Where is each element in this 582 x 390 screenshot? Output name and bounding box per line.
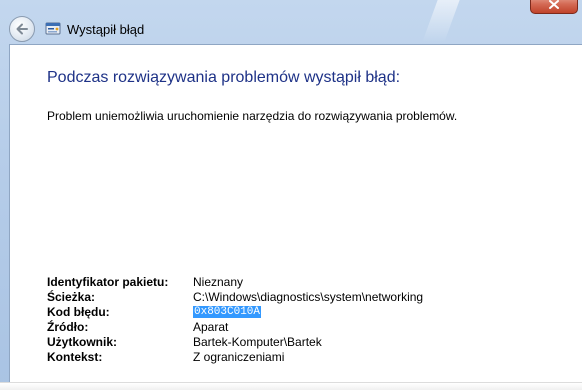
detail-value[interactable]: Nieznany <box>193 275 243 290</box>
detail-row-path: Ścieżka: C:\Windows\diagnostics\system\n… <box>47 290 423 305</box>
error-message: Problem uniemożliwia uruchomienie narzęd… <box>47 109 458 123</box>
detail-label: Kod błędu: <box>47 305 110 319</box>
detail-row-package-id: Identyfikator pakietu: Nieznany <box>47 275 423 290</box>
detail-label: Źródło: <box>47 320 89 334</box>
detail-value-selected[interactable]: 0x803C010A <box>193 305 262 320</box>
close-button[interactable] <box>530 0 578 14</box>
detail-row-error-code: Kod błędu: 0x803C010A <box>47 305 423 320</box>
detail-row-context: Kontekst: Z ograniczeniami <box>47 350 423 365</box>
title-bar: Wystąpił błąd <box>0 0 582 44</box>
bottom-edge <box>0 382 582 390</box>
detail-label: Użytkownik: <box>47 335 118 349</box>
detail-row-source: Źródło: Aparat <box>47 320 423 335</box>
detail-label: Identyfikator pakietu: <box>47 275 169 289</box>
detail-label: Ścieżka: <box>47 290 96 304</box>
content-panel: Podczas rozwiązywania problemów wystąpił… <box>9 44 582 390</box>
window-title: Wystąpił błąd <box>67 22 145 37</box>
detail-value[interactable]: Aparat <box>193 320 228 335</box>
glass-reflection <box>422 0 460 42</box>
dialog-window: Wystąpił błąd Podczas rozwiązywania prob… <box>0 0 582 390</box>
error-details: Identyfikator pakietu: Nieznany Ścieżka:… <box>47 275 423 365</box>
error-heading: Podczas rozwiązywania problemów wystąpił… <box>47 69 401 86</box>
back-arrow-icon <box>16 23 28 35</box>
back-button[interactable] <box>9 16 35 42</box>
detail-row-user: Użytkownik: Bartek-Komputer\Bartek <box>47 335 423 350</box>
detail-label: Kontekst: <box>47 350 103 364</box>
selected-text[interactable]: 0x803C010A <box>193 306 262 318</box>
close-icon <box>549 0 559 9</box>
troubleshooter-app-icon <box>45 21 61 37</box>
detail-value[interactable]: C:\Windows\diagnostics\system\networking <box>193 290 423 305</box>
detail-value[interactable]: Bartek-Komputer\Bartek <box>193 335 322 350</box>
detail-value[interactable]: Z ograniczeniami <box>193 350 284 365</box>
